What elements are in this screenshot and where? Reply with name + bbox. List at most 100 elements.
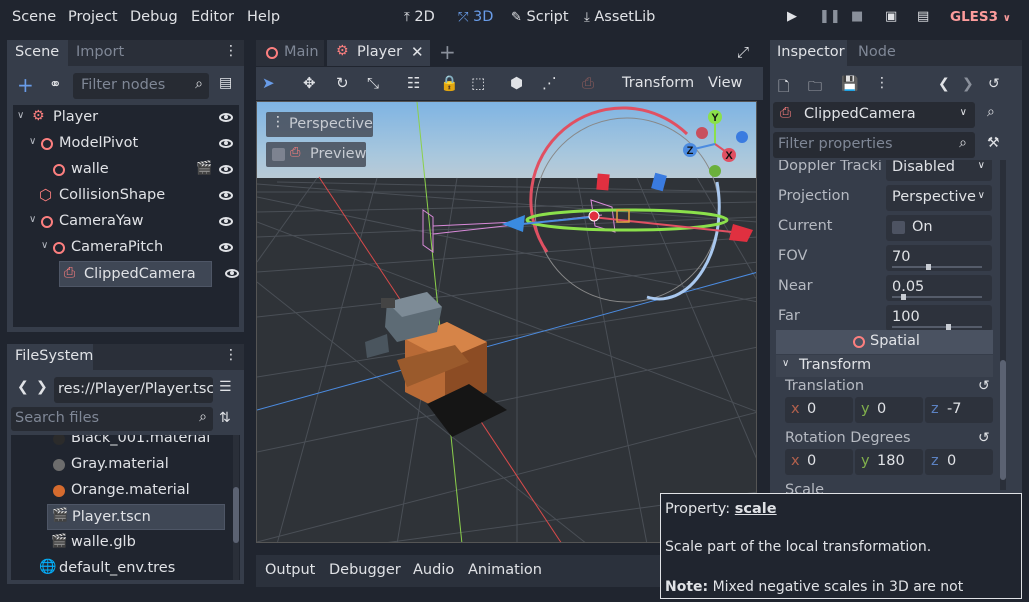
section-spatial[interactable]: Spatial bbox=[776, 330, 993, 354]
mode-2d-button[interactable]: ⤒ 2D bbox=[404, 9, 435, 25]
add-node-icon[interactable]: + bbox=[17, 73, 34, 97]
tab-player[interactable]: ⚙ Player ✕ bbox=[327, 40, 430, 66]
camera-preview-icon[interactable]: ⎙ bbox=[582, 74, 594, 92]
tab-animation[interactable]: Animation bbox=[468, 562, 542, 578]
history-icon[interactable]: ↺ bbox=[988, 76, 1000, 92]
stop-icon[interactable]: ■ bbox=[851, 9, 863, 24]
link-icon[interactable]: ⚭ bbox=[49, 75, 62, 93]
view-menu[interactable]: View bbox=[708, 75, 742, 91]
tab-node[interactable]: Node bbox=[858, 44, 896, 60]
local-space-icon[interactable]: ⬢ bbox=[510, 74, 523, 92]
translation-x-field[interactable]: x0 bbox=[785, 397, 853, 423]
rotation-x-field[interactable]: x0 bbox=[785, 449, 853, 475]
tree-node-collisionshape[interactable]: ⬡ CollisionShape bbox=[13, 183, 239, 209]
search-files-input[interactable]: Search files ⌕ bbox=[11, 407, 213, 431]
new-resource-icon[interactable]: 🗋 bbox=[778, 76, 789, 100]
file-item[interactable]: Black_001.material bbox=[11, 435, 240, 452]
doppler-select[interactable]: Disabled ∨ bbox=[886, 160, 992, 181]
visibility-eye-icon[interactable] bbox=[219, 165, 233, 174]
clapperboard-icon[interactable]: 🎬 bbox=[196, 161, 212, 176]
lock-icon[interactable]: 🔒 bbox=[440, 74, 459, 92]
far-slider[interactable]: 100 bbox=[886, 305, 992, 331]
play-scene-icon[interactable]: ▣ bbox=[885, 9, 897, 24]
list-select-icon[interactable]: ☷ bbox=[407, 74, 420, 92]
help-search-icon[interactable]: ⌕ bbox=[987, 104, 995, 120]
select-tool-icon[interactable]: ➤ bbox=[262, 74, 275, 92]
script-add-icon[interactable]: ▤ bbox=[219, 75, 232, 91]
current-checkbox[interactable]: On bbox=[886, 215, 992, 241]
object-selector[interactable]: ⎙ ClippedCamera ∨ bbox=[773, 102, 975, 128]
visibility-eye-icon[interactable] bbox=[225, 269, 239, 278]
projection-select[interactable]: Perspective ∨ bbox=[886, 185, 992, 211]
path-input[interactable]: res://Player/Player.tsc bbox=[54, 377, 213, 403]
visibility-eye-icon[interactable] bbox=[219, 113, 233, 122]
menu-scene[interactable]: Scene bbox=[12, 9, 56, 25]
tab-main[interactable]: Main bbox=[256, 40, 324, 66]
tab-import[interactable]: Import bbox=[76, 44, 124, 60]
move-tool-icon[interactable]: ✥ bbox=[303, 74, 316, 92]
fullscreen-icon[interactable]: ⤢ bbox=[737, 43, 749, 61]
gizmo-neg-z-circle[interactable] bbox=[736, 131, 748, 143]
tree-node-player[interactable]: ∨ ⚙ Player bbox=[13, 105, 239, 131]
rotate-tool-icon[interactable]: ↻ bbox=[336, 74, 349, 92]
sort-icon[interactable]: ⇅ bbox=[219, 410, 231, 426]
scale-tool-icon[interactable]: ⤡ bbox=[367, 74, 379, 92]
preview-toggle[interactable]: ⎙ Preview bbox=[266, 142, 366, 167]
visibility-eye-icon[interactable] bbox=[219, 139, 233, 148]
translation-y-field[interactable]: y0 bbox=[855, 397, 923, 423]
tab-audio[interactable]: Audio bbox=[413, 562, 454, 578]
tree-node-clippedcamera[interactable]: ⎙ ClippedCamera bbox=[59, 261, 212, 287]
slider-grabber[interactable] bbox=[926, 264, 931, 270]
near-slider[interactable]: 0.05 bbox=[886, 275, 992, 301]
close-icon[interactable]: ✕ bbox=[411, 43, 424, 61]
back-icon[interactable]: ❮ bbox=[938, 76, 950, 92]
forward-icon[interactable]: ❯ bbox=[36, 379, 48, 395]
transform-menu[interactable]: Transform bbox=[622, 75, 694, 91]
translation-z-field[interactable]: z -7 bbox=[925, 397, 993, 423]
tools-icon[interactable]: ⚒ bbox=[987, 135, 1000, 151]
fov-slider[interactable]: 70 bbox=[886, 245, 992, 271]
filter-properties-input[interactable]: Filter properties ⌕ bbox=[773, 132, 975, 158]
tab-inspector[interactable]: Inspector bbox=[770, 40, 847, 66]
tab-scene[interactable]: Scene bbox=[7, 40, 68, 66]
menu-dots-icon[interactable]: ⋮ bbox=[224, 347, 238, 363]
viewport-canvas[interactable]: Y X Z bbox=[257, 102, 757, 543]
play-icon[interactable]: ▶ bbox=[787, 9, 797, 24]
file-item[interactable]: 🌐 default_env.tres bbox=[11, 556, 240, 580]
menu-debug[interactable]: Debug bbox=[130, 9, 178, 25]
revert-icon[interactable]: ↺ bbox=[978, 378, 990, 394]
tab-debugger[interactable]: Debugger bbox=[329, 562, 401, 578]
menu-help[interactable]: Help bbox=[247, 9, 280, 25]
3d-viewport[interactable]: Y X Z ⋮ Perspective ⎙ Preview bbox=[256, 101, 757, 543]
visibility-eye-icon[interactable] bbox=[219, 217, 233, 226]
scrollbar-thumb[interactable] bbox=[1000, 360, 1006, 480]
file-item[interactable]: Gray.material bbox=[11, 452, 240, 478]
tree-node-walle[interactable]: walle 🎬 bbox=[13, 157, 239, 183]
tree-node-camerayaw[interactable]: ∨ CameraYaw bbox=[13, 209, 239, 235]
gizmo-neg-x-circle[interactable] bbox=[696, 127, 708, 139]
play-custom-icon[interactable]: ▤ bbox=[917, 9, 929, 24]
add-tab-icon[interactable]: + bbox=[439, 40, 456, 64]
menu-project[interactable]: Project bbox=[68, 9, 118, 25]
scrollbar-thumb[interactable] bbox=[233, 487, 239, 543]
mode-assetlib-button[interactable]: ⤓ AssetLib bbox=[584, 9, 655, 25]
visibility-eye-icon[interactable] bbox=[219, 191, 233, 200]
mode-script-button[interactable]: ✎ Script bbox=[511, 9, 569, 25]
split-view-icon[interactable]: ☰ bbox=[219, 379, 232, 395]
pause-icon[interactable]: ❚❚ bbox=[819, 9, 841, 24]
forward-icon[interactable]: ❯ bbox=[962, 76, 974, 92]
revert-icon[interactable]: ↺ bbox=[978, 430, 990, 446]
back-icon[interactable]: ❮ bbox=[17, 379, 29, 395]
rotation-y-field[interactable]: y 180 bbox=[855, 449, 923, 475]
perspective-menu[interactable]: ⋮ Perspective bbox=[266, 112, 373, 137]
tree-node-camerapitch[interactable]: ∨ CameraPitch bbox=[13, 235, 239, 261]
open-folder-icon[interactable]: 🗀 bbox=[808, 76, 822, 100]
file-item-selected[interactable]: 🎬 Player.tscn bbox=[47, 504, 225, 530]
tab-output[interactable]: Output bbox=[265, 562, 315, 578]
save-icon[interactable]: 💾 bbox=[841, 76, 858, 92]
menu-editor[interactable]: Editor bbox=[191, 9, 234, 25]
gizmo-neg-y-circle[interactable] bbox=[709, 165, 721, 177]
visibility-eye-icon[interactable] bbox=[219, 243, 233, 252]
menu-dots-icon[interactable]: ⋮ bbox=[875, 75, 889, 91]
filter-nodes-input[interactable]: Filter nodes ⌕ bbox=[73, 73, 209, 99]
